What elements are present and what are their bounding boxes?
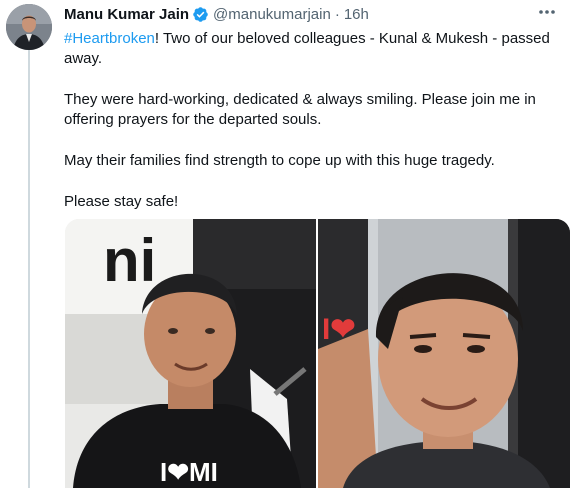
hashtag-link[interactable]: #Heartbroken <box>64 30 155 47</box>
backdrop-letters-text: ni <box>103 227 156 294</box>
media-photo-kunal[interactable]: ni I❤MI <box>65 219 316 488</box>
tweet-paragraph-1: #Heartbroken! Two of our beloved colleag… <box>64 29 559 69</box>
tweet-card[interactable]: Manu Kumar Jain @manukumarjain · 16h #He… <box>0 0 573 488</box>
more-options-button[interactable] <box>535 2 559 22</box>
author-display-name[interactable]: Manu Kumar Jain <box>64 6 189 23</box>
media-photo-mukesh[interactable]: I❤ <box>318 219 570 488</box>
thread-connector-line <box>28 50 30 488</box>
tweet-timestamp[interactable]: 16h <box>344 6 369 23</box>
tweet-paragraph-3: May their families find strength to cope… <box>64 152 495 169</box>
background-sign-text: I❤ <box>322 313 355 346</box>
tweet-text: #Heartbroken! Two of our beloved colleag… <box>64 29 559 233</box>
more-dots-icon <box>539 10 555 14</box>
author-avatar[interactable] <box>6 4 52 50</box>
tweet-media-grid: ni I❤MI I❤ <box>65 219 570 488</box>
shirt-logo-text: I❤MI <box>160 457 218 487</box>
tweet-paragraph-2: They were hard-working, dedicated & alwa… <box>64 91 536 128</box>
tweet-paragraph-4: Please stay safe! <box>64 193 179 210</box>
tweet-header: Manu Kumar Jain @manukumarjain · 16h <box>64 4 369 24</box>
person-avatar-icon <box>6 4 52 50</box>
verified-badge-icon <box>192 6 209 23</box>
header-separator: · <box>334 5 340 23</box>
author-handle[interactable]: @manukumarjain <box>213 6 331 23</box>
